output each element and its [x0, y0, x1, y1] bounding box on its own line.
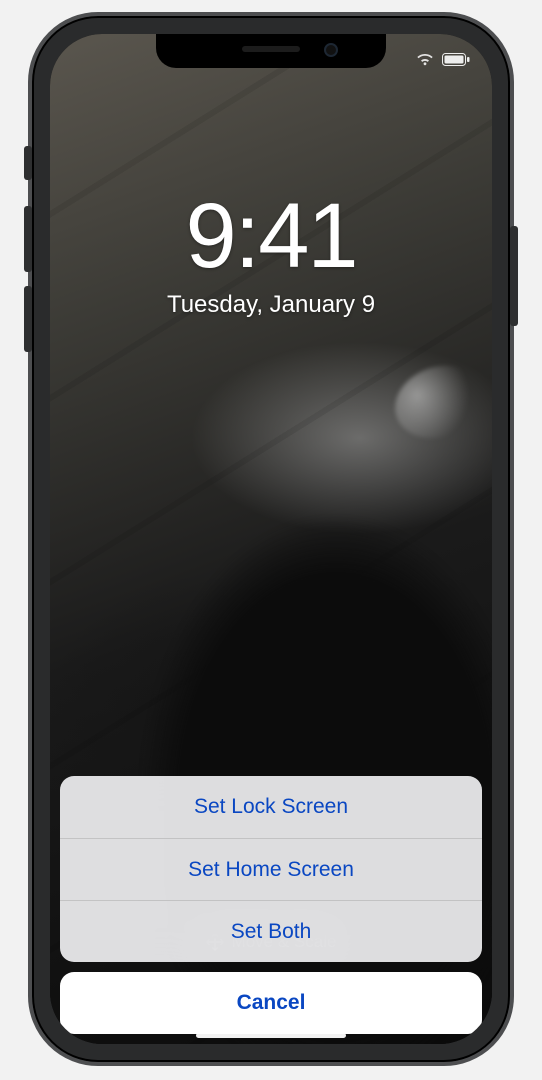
action-sheet: Set Lock Screen Set Home Screen Set Both…	[60, 776, 482, 1034]
phone-screen: 9:41 Tuesday, January 9 Move & Scale Set…	[50, 34, 492, 1044]
notch	[156, 34, 386, 68]
front-camera	[324, 43, 338, 57]
action-sheet-options: Set Lock Screen Set Home Screen Set Both	[60, 776, 482, 962]
set-both-button[interactable]: Set Both	[60, 900, 482, 962]
volume-up-button[interactable]	[24, 206, 32, 272]
mute-switch[interactable]	[24, 146, 32, 180]
option-label: Set Both	[231, 920, 312, 944]
cancel-label: Cancel	[237, 991, 306, 1015]
set-home-screen-button[interactable]: Set Home Screen	[60, 838, 482, 900]
action-sheet-cancel-group: Cancel	[60, 972, 482, 1034]
lockscreen-date: Tuesday, January 9	[50, 291, 492, 319]
phone-frame: 9:41 Tuesday, January 9 Move & Scale Set…	[28, 12, 514, 1066]
volume-down-button[interactable]	[24, 286, 32, 352]
lockscreen-time: 9:41	[50, 184, 492, 289]
side-button[interactable]	[510, 226, 518, 326]
set-lock-screen-button[interactable]: Set Lock Screen	[60, 776, 482, 838]
option-label: Set Home Screen	[188, 858, 354, 882]
earpiece-speaker	[242, 46, 300, 52]
wifi-icon	[416, 53, 434, 66]
battery-icon	[442, 53, 470, 66]
option-label: Set Lock Screen	[194, 795, 348, 819]
home-indicator[interactable]	[196, 1033, 346, 1038]
cancel-button[interactable]: Cancel	[60, 972, 482, 1034]
lockscreen-clock-block: 9:41 Tuesday, January 9	[50, 184, 492, 319]
